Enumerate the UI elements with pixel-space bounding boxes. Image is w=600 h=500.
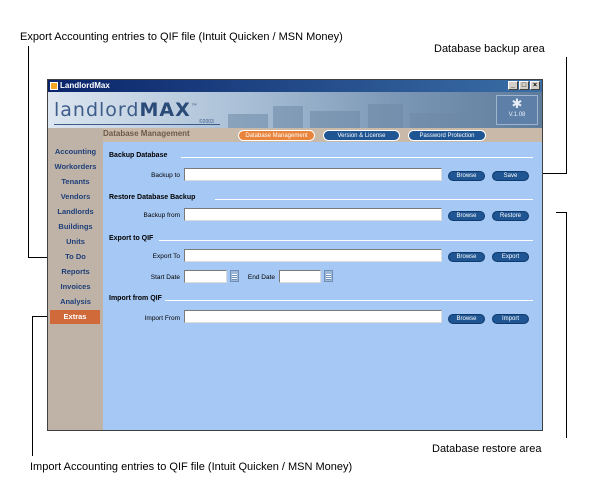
end-date-calendar-icon[interactable]: [324, 270, 333, 282]
export-to-label: Export To: [152, 253, 180, 260]
app-icon: [50, 82, 58, 90]
sidebar-item-buildings[interactable]: Buildings: [48, 220, 103, 234]
version-badge: ✱ V.1.08: [496, 95, 538, 125]
restore-browse-button[interactable]: Browse: [448, 211, 485, 221]
backup-browse-button[interactable]: Browse: [448, 171, 485, 181]
start-date-calendar-icon[interactable]: [230, 270, 239, 282]
sidebar-item-accounting[interactable]: Accounting: [48, 145, 103, 159]
title-bar[interactable]: LandlordMax _ □ ×: [48, 80, 542, 92]
sidebar-item-extras[interactable]: Extras: [50, 310, 100, 324]
backup-callout: Database backup area: [434, 43, 545, 55]
close-button[interactable]: ×: [530, 81, 540, 90]
backup-from-field[interactable]: [184, 208, 442, 221]
sidebar-item-tenants[interactable]: Tenants: [48, 175, 103, 189]
version-label: V.1.08: [508, 112, 526, 118]
tab-database-management[interactable]: Database Management: [238, 130, 315, 141]
logo-underline: [54, 124, 220, 125]
tab-strip: Database Management Database Management …: [103, 128, 542, 142]
snowflake-icon: ✱: [511, 96, 523, 111]
sidebar-item-workorders[interactable]: Workorders: [48, 160, 103, 174]
export-divider: [159, 240, 533, 241]
maximize-button[interactable]: □: [519, 81, 529, 90]
sidebar-item-analysis[interactable]: Analysis: [48, 295, 103, 309]
end-date-field[interactable]: [279, 270, 321, 283]
restore-divider: [215, 199, 533, 200]
restore-callout-line-v: [566, 212, 567, 438]
export-browse-button[interactable]: Browse: [448, 252, 485, 262]
restore-heading: Restore Database Backup: [109, 194, 196, 201]
start-date-label: Start Date: [150, 274, 180, 281]
sidebar-item-vendors[interactable]: Vendors: [48, 190, 103, 204]
start-date-field[interactable]: [184, 270, 227, 283]
import-from-field[interactable]: [184, 310, 442, 323]
sidebar-item-units[interactable]: Units: [48, 235, 103, 249]
import-heading: Import from QIF: [109, 295, 162, 302]
backup-callout-line-h: [542, 173, 567, 174]
backup-divider: [181, 157, 533, 158]
import-from-label: Import From: [144, 315, 180, 322]
backup-callout-line-v: [566, 57, 567, 173]
app-logo: landlordMAX™: [54, 99, 199, 121]
backup-to-label: Backup to: [151, 172, 180, 179]
sidebar-nav: Accounting Workorders Tenants Vendors La…: [48, 128, 103, 430]
import-callout-line-v: [32, 316, 33, 456]
import-button[interactable]: Import: [492, 314, 529, 324]
end-date-label: End Date: [247, 274, 275, 281]
backup-to-field[interactable]: [184, 168, 442, 181]
app-banner: landlordMAX™ ©2003 ✱ V.1.08: [48, 92, 542, 128]
main-content: Backup Database Backup to Browse Save Re…: [103, 142, 542, 430]
sidebar-item-todo[interactable]: To Do: [48, 250, 103, 264]
sidebar-item-landlords[interactable]: Landlords: [48, 205, 103, 219]
backup-from-label: Backup from: [143, 212, 181, 219]
export-callout-line-v: [28, 46, 29, 257]
restore-callout-line-h: [556, 212, 567, 213]
export-heading: Export to QIF: [109, 235, 154, 242]
import-browse-button[interactable]: Browse: [448, 314, 485, 324]
restore-button[interactable]: Restore: [492, 211, 529, 221]
export-callout: Export Accounting entries to QIF file (I…: [20, 31, 343, 43]
window-title: LandlordMax: [60, 81, 110, 90]
sidebar-item-reports[interactable]: Reports: [48, 265, 103, 279]
import-divider: [165, 300, 533, 301]
sidebar-item-invoices[interactable]: Invoices: [48, 280, 103, 294]
minimize-button[interactable]: _: [508, 81, 518, 90]
backup-heading: Backup Database: [109, 152, 168, 159]
tab-password-protection[interactable]: Password Protection: [408, 130, 486, 141]
tab-version-license[interactable]: Version & License: [323, 130, 400, 141]
export-button[interactable]: Export: [492, 252, 529, 262]
import-callout: Import Accounting entries to QIF file (I…: [30, 461, 353, 473]
export-to-field[interactable]: [184, 249, 442, 262]
restore-callout: Database restore area: [432, 443, 542, 455]
section-title: Database Management: [103, 129, 190, 138]
save-button[interactable]: Save: [492, 171, 529, 181]
app-window: LandlordMax _ □ × landlordMAX™ ©2003 ✱ V…: [47, 79, 543, 431]
